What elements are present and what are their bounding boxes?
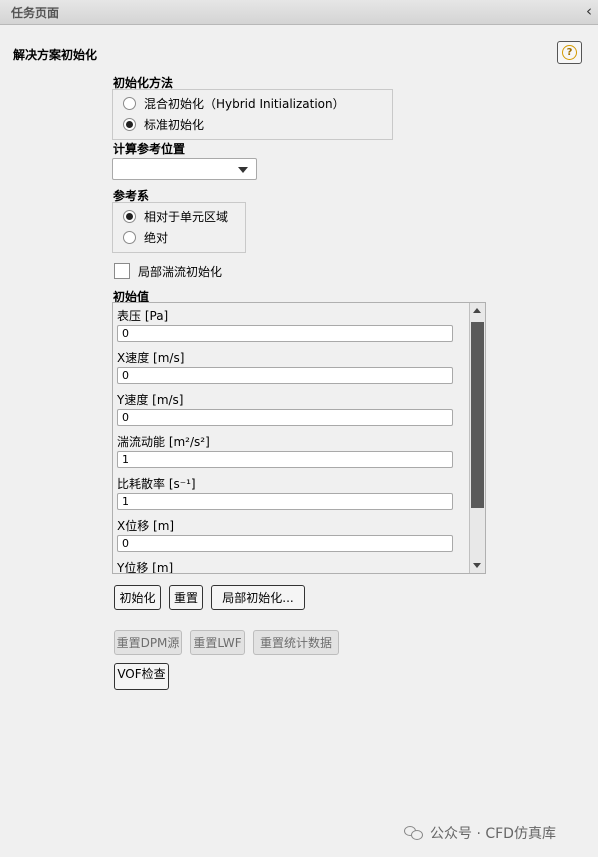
- dropdown-arrow-icon: [238, 167, 248, 173]
- field-label-y-displacement: Y位移 [m]: [117, 561, 174, 574]
- collapse-chevron-icon[interactable]: ‹: [586, 2, 592, 20]
- radio-absolute[interactable]: 绝对: [123, 227, 168, 247]
- watermark: 公众号 · CFD仿真库: [404, 823, 556, 843]
- initialize-button[interactable]: 初始化: [114, 585, 161, 610]
- reset-button[interactable]: 重置: [169, 585, 203, 610]
- scrollbar-thumb[interactable]: [471, 322, 484, 508]
- specific-dissipation-rate-input[interactable]: 1: [117, 493, 453, 510]
- patch-button[interactable]: 局部初始化...: [211, 585, 305, 610]
- radio-button-selected-icon: [123, 117, 136, 131]
- panel-title: 解决方案初始化: [13, 48, 98, 62]
- field-label-x-velocity: X速度 [m/s]: [117, 351, 185, 365]
- field-label-x-displacement: X位移 [m]: [117, 519, 175, 533]
- reset-dpm-sources-button[interactable]: 重置DPM源: [114, 630, 182, 655]
- radio-hybrid-label: 混合初始化（Hybrid Initialization）: [144, 96, 345, 111]
- task-page-titlebar: 任务页面 ‹: [0, 0, 598, 25]
- reset-lwf-button[interactable]: 重置LWF: [190, 630, 245, 655]
- reset-statistics-button[interactable]: 重置统计数据: [253, 630, 339, 655]
- radio-button-icon: [123, 96, 136, 110]
- field-label-y-velocity: Y速度 [m/s]: [117, 393, 184, 407]
- radio-standard-label: 标准初始化: [144, 117, 205, 132]
- help-icon: ?: [562, 45, 577, 60]
- radio-hybrid-initialization[interactable]: 混合初始化（Hybrid Initialization）: [123, 93, 345, 113]
- radio-relative-label: 相对于单元区域: [144, 209, 229, 224]
- compute-from-dropdown[interactable]: [112, 158, 257, 180]
- patch-turbulence-checkbox[interactable]: [114, 263, 130, 279]
- radio-button-icon: [123, 230, 136, 244]
- radio-standard-initialization[interactable]: 标准初始化: [123, 114, 204, 134]
- patch-turbulence-checkbox-row[interactable]: 局部湍流初始化: [114, 262, 222, 280]
- scroll-down-arrow-icon[interactable]: [470, 557, 485, 573]
- field-label-turbulent-kinetic-energy: 湍流动能 [m²/s²]: [117, 435, 210, 449]
- x-velocity-input[interactable]: 0: [117, 367, 453, 384]
- scroll-up-arrow-icon[interactable]: [470, 303, 485, 319]
- init-method-group: 混合初始化（Hybrid Initialization） 标准初始化: [112, 89, 393, 140]
- field-label-gauge-pressure: 表压 [Pa]: [117, 309, 169, 323]
- initial-values-panel: 表压 [Pa] 0 X速度 [m/s] 0 Y速度 [m/s] 0 湍流动能 […: [112, 302, 486, 574]
- reference-frame-group: 相对于单元区域 绝对: [112, 202, 246, 253]
- task-page-title: 任务页面: [11, 6, 60, 20]
- patch-turbulence-label: 局部湍流初始化: [138, 264, 223, 279]
- compute-from-label: 计算参考位置: [113, 142, 186, 156]
- radio-button-selected-icon: [123, 209, 136, 223]
- wechat-icon: [404, 825, 424, 841]
- field-label-specific-dissipation-rate: 比耗散率 [s⁻¹]: [117, 477, 196, 491]
- help-button[interactable]: ?: [557, 41, 582, 64]
- y-velocity-input[interactable]: 0: [117, 409, 453, 426]
- turbulent-kinetic-energy-input[interactable]: 1: [117, 451, 453, 468]
- initial-values-scrollbar[interactable]: [469, 303, 485, 573]
- radio-absolute-label: 绝对: [144, 230, 169, 245]
- vof-check-button[interactable]: VOF检查: [114, 663, 169, 690]
- gauge-pressure-input[interactable]: 0: [117, 325, 453, 342]
- x-displacement-input[interactable]: 0: [117, 535, 453, 552]
- watermark-text: 公众号 · CFD仿真库: [430, 826, 556, 842]
- radio-relative-to-cell-zone[interactable]: 相对于单元区域: [123, 206, 228, 226]
